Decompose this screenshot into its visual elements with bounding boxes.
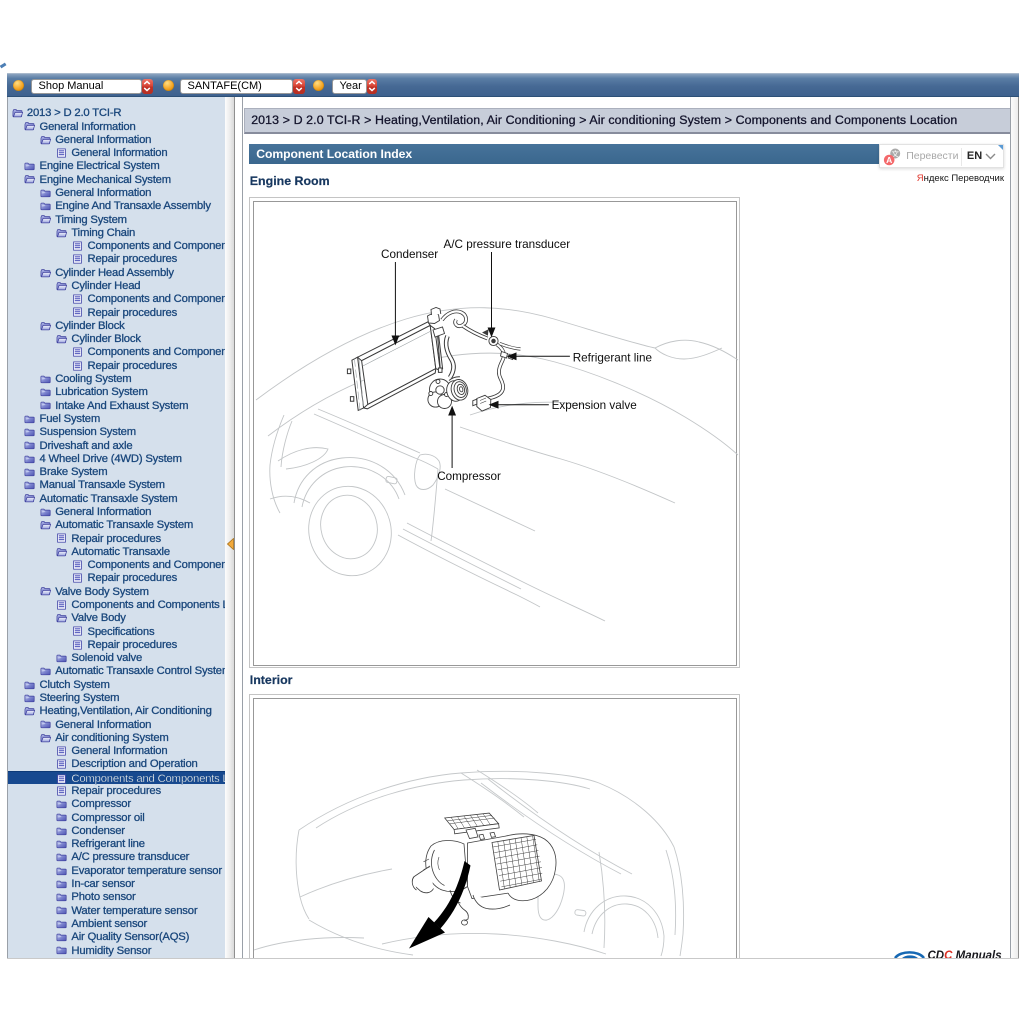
svg-text:Compressor: Compressor <box>437 470 501 483</box>
svg-text:A/C pressure transducer: A/C pressure transducer <box>443 238 570 251</box>
svg-text:A: A <box>887 155 893 165</box>
svg-text:Condenser: Condenser <box>381 248 438 261</box>
svg-text:Refrigerant line: Refrigerant line <box>572 352 651 365</box>
svg-text:Expension valve: Expension valve <box>551 399 636 412</box>
